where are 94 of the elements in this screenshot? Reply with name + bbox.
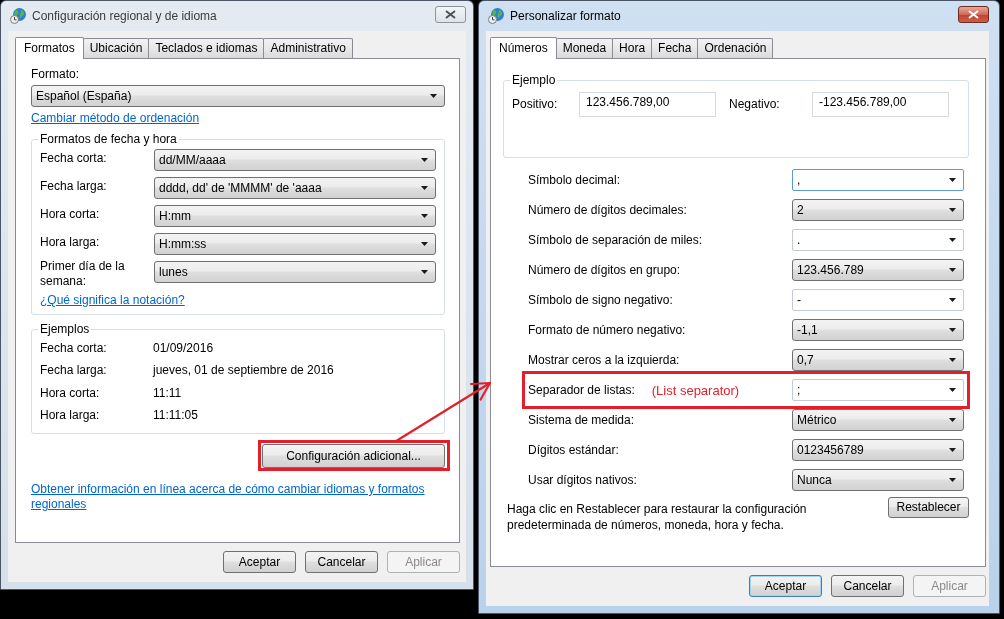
reset-button[interactable]: Restablecer bbox=[888, 497, 969, 518]
dropdown-field[interactable]: H:mm bbox=[154, 205, 436, 227]
field-label: Número de dígitos en grupo: bbox=[528, 262, 681, 278]
dropdown-field[interactable]: 0,7 bbox=[792, 349, 964, 371]
caret-icon bbox=[949, 388, 956, 392]
caret-icon bbox=[421, 158, 428, 162]
dialog-button[interactable]: Cancelar bbox=[305, 551, 378, 573]
caret-icon bbox=[421, 242, 428, 246]
group-title: Ejemplo bbox=[511, 73, 557, 88]
dropdown-field[interactable]: dd/MM/aaaa bbox=[154, 149, 436, 171]
caret-icon bbox=[949, 238, 956, 242]
tab[interactable]: Formatos bbox=[15, 37, 84, 59]
dropdown-field[interactable]: 2 bbox=[792, 199, 964, 221]
window-title: Personalizar formato bbox=[510, 8, 622, 24]
tab[interactable]: Ordenación bbox=[697, 38, 774, 58]
dialog-button[interactable]: Cancelar bbox=[831, 575, 904, 597]
field-label: Hora larga: bbox=[40, 234, 101, 250]
caret-icon bbox=[421, 186, 428, 190]
field-label: Fecha corta: bbox=[40, 340, 108, 356]
link[interactable]: ¿Qué significa la notación? bbox=[40, 293, 185, 307]
field-label: Símbolo de separación de miles: bbox=[528, 232, 703, 248]
tab[interactable]: Moneda bbox=[555, 38, 614, 58]
field-label: Positivo: bbox=[512, 97, 559, 112]
annotation-text: (List separator) bbox=[651, 382, 740, 398]
field-label: Formato: bbox=[31, 67, 80, 82]
settings-button[interactable]: Configuración adicional... bbox=[262, 444, 445, 468]
field-label: Dígitos estándar: bbox=[528, 442, 619, 458]
dropdown-field[interactable]: - bbox=[792, 289, 964, 311]
dialog-button[interactable]: Aceptar bbox=[223, 551, 296, 573]
dialog-button[interactable]: Aceptar bbox=[749, 575, 822, 597]
field-label: Fecha larga: bbox=[40, 178, 108, 194]
caret-icon bbox=[949, 178, 956, 182]
dropdown-field[interactable]: . bbox=[792, 229, 964, 251]
field-label: Separador de listas: bbox=[528, 382, 635, 398]
dropdown-field[interactable]: , bbox=[792, 169, 964, 191]
field-label: Sistema de medida: bbox=[528, 412, 635, 428]
dropdown-field[interactable]: Nunca bbox=[792, 469, 964, 491]
group-title: Ejemplos bbox=[39, 322, 91, 337]
caret-icon bbox=[949, 208, 956, 212]
caret-icon bbox=[949, 418, 956, 422]
example-value: 11:11 bbox=[153, 385, 182, 401]
dropdown-field[interactable]: 0123456789 bbox=[792, 439, 964, 461]
globe-icon bbox=[10, 8, 26, 24]
tab[interactable]: Fecha bbox=[651, 38, 699, 58]
dropdown-field[interactable]: Español (España) bbox=[31, 85, 445, 107]
text-field[interactable]: 123.456.789,00 bbox=[579, 92, 716, 117]
link[interactable]: Cambiar método de ordenación bbox=[31, 111, 200, 125]
example-value: 11:11:05 bbox=[153, 408, 198, 424]
tab[interactable]: Ubicación bbox=[82, 38, 150, 58]
field-label: Fecha larga: bbox=[40, 363, 108, 379]
close-icon bbox=[445, 9, 456, 19]
field-label: Primer día de la semana: bbox=[40, 258, 126, 289]
field-label: Hora corta: bbox=[40, 385, 101, 401]
field-label: Número de dígitos decimales: bbox=[528, 202, 687, 218]
field-label: Símbolo decimal: bbox=[528, 172, 621, 188]
example-value: jueves, 01 de septiembre de 2016 bbox=[153, 363, 334, 379]
dropdown-field[interactable]: Métrico bbox=[792, 409, 964, 431]
field-label: Fecha corta: bbox=[40, 150, 108, 166]
field-label: Hora corta: bbox=[40, 206, 101, 222]
group-title: Formatos de fecha y hora bbox=[39, 132, 178, 147]
field-label: Hora larga: bbox=[40, 408, 101, 424]
field-label: Símbolo de signo negativo: bbox=[528, 292, 673, 308]
window-title: Configuración regional y de idioma bbox=[32, 8, 218, 24]
caret-icon bbox=[949, 328, 956, 332]
caret-icon bbox=[430, 94, 437, 98]
example-value: 01/09/2016 bbox=[153, 340, 214, 356]
close-icon bbox=[968, 9, 979, 19]
field-label: Negativo: bbox=[729, 97, 781, 112]
dropdown-field[interactable]: -1,1 bbox=[792, 319, 964, 341]
dropdown-field[interactable]: dddd, dd' de 'MMMM' de 'aaaa bbox=[154, 177, 436, 199]
dropdown-field[interactable]: ; bbox=[792, 379, 964, 401]
field-label: Formato de número negativo: bbox=[528, 322, 686, 338]
tab[interactable]: Hora bbox=[612, 38, 653, 58]
field-label: Usar dígitos nativos: bbox=[528, 472, 637, 488]
caret-icon bbox=[949, 358, 956, 362]
close-button[interactable] bbox=[958, 5, 989, 23]
field-label: Mostrar ceros a la izquierda: bbox=[528, 352, 680, 368]
caret-icon bbox=[949, 448, 956, 452]
dropdown-field[interactable]: lunes bbox=[154, 261, 436, 283]
tab[interactable]: Números bbox=[490, 37, 557, 59]
dropdown-field[interactable]: 123.456.789 bbox=[792, 259, 964, 281]
close-button[interactable] bbox=[435, 5, 466, 23]
tab[interactable]: Teclados e idiomas bbox=[148, 38, 265, 58]
caret-icon bbox=[949, 298, 956, 302]
caret-icon bbox=[949, 268, 956, 272]
globe-icon bbox=[488, 8, 504, 24]
caret-icon bbox=[949, 478, 956, 482]
caret-icon bbox=[421, 214, 428, 218]
dropdown-field[interactable]: H:mm:ss bbox=[154, 233, 436, 255]
text-field[interactable]: -123.456.789,00 bbox=[812, 92, 949, 117]
caret-icon bbox=[421, 270, 428, 274]
link[interactable]: Obtener información en línea acerca de cómo cambiar idiomas y formatos regionales bbox=[31, 482, 436, 512]
note-text: Haga clic en Restablecer para restaurar la configuración predeterminada de números, moneda, hora y fecha. bbox=[507, 501, 808, 533]
tab[interactable]: Administrativo bbox=[263, 38, 353, 58]
